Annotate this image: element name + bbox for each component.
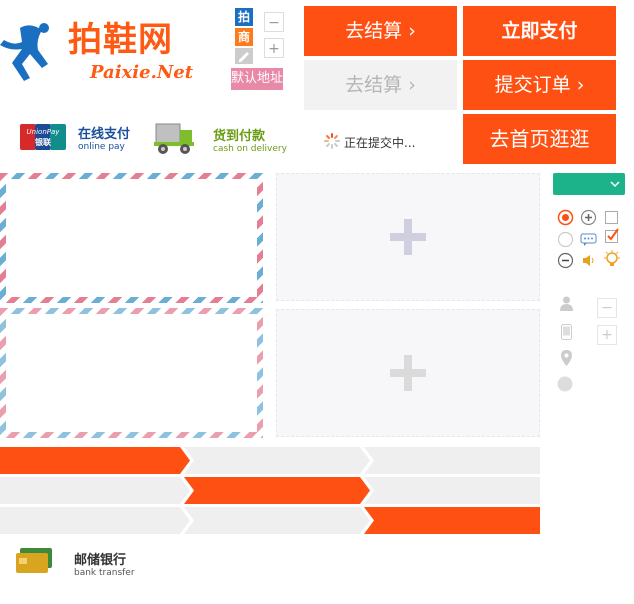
default-address-badge[interactable]: 默认地址 bbox=[231, 68, 283, 90]
address-card[interactable] bbox=[0, 173, 263, 303]
mini-plus-button[interactable]: + bbox=[597, 325, 617, 345]
add-address-box[interactable] bbox=[276, 309, 540, 437]
checkbox-unchecked[interactable] bbox=[605, 211, 618, 224]
bank-card-icon bbox=[14, 546, 54, 576]
edit-icon[interactable] bbox=[235, 48, 253, 64]
chevron-down-icon bbox=[610, 181, 620, 188]
dot-icon bbox=[557, 376, 573, 392]
speaker-icon[interactable] bbox=[582, 254, 596, 267]
unionpay-logo: UnionPay 银联 bbox=[20, 124, 66, 150]
runner-icon bbox=[0, 23, 49, 81]
checkout-disabled-button: 去结算 › bbox=[304, 60, 457, 110]
dropdown-select[interactable] bbox=[553, 173, 625, 195]
checkout-button[interactable]: 去结算 › bbox=[304, 6, 457, 56]
plus-button[interactable]: + bbox=[264, 38, 284, 58]
minus-button[interactable]: − bbox=[264, 12, 284, 32]
minus-circle-icon[interactable] bbox=[557, 252, 574, 269]
cod-title: 货到付款 bbox=[213, 129, 266, 144]
radio-checked-icon[interactable] bbox=[557, 209, 574, 226]
plus-icon bbox=[390, 355, 426, 391]
checkbox-checked-icon[interactable] bbox=[605, 228, 620, 243]
chat-icon[interactable] bbox=[580, 233, 597, 247]
online-pay-sub: online pay bbox=[78, 142, 125, 152]
lightbulb-icon[interactable] bbox=[602, 249, 622, 269]
logo-name: 拍鞋网 bbox=[68, 20, 173, 60]
phone-icon bbox=[561, 324, 572, 340]
cod-sub: cash on delivery bbox=[213, 144, 287, 154]
bank-sub: bank transfer bbox=[74, 568, 135, 578]
user-icon bbox=[560, 296, 573, 311]
loading-spinner-icon bbox=[324, 133, 340, 149]
truck-icon bbox=[154, 120, 194, 156]
tag-pai: 拍 bbox=[235, 8, 253, 26]
online-pay-title: 在线支付 bbox=[78, 127, 131, 142]
plus-icon bbox=[390, 219, 426, 255]
mini-minus-button[interactable]: − bbox=[597, 298, 617, 318]
pay-now-button[interactable]: 立即支付 bbox=[463, 6, 616, 56]
svg-text:UnionPay: UnionPay bbox=[27, 128, 61, 136]
logo[interactable]: 拍鞋网 Paixie.Net bbox=[0, 10, 200, 90]
add-circle-icon[interactable] bbox=[580, 209, 597, 226]
add-address-box[interactable] bbox=[276, 173, 540, 301]
bank-title: 邮储银行 bbox=[74, 553, 127, 568]
progress-step-row bbox=[0, 447, 540, 474]
radio-unchecked-icon[interactable] bbox=[557, 231, 574, 248]
progress-step-row bbox=[0, 507, 540, 534]
address-card[interactable] bbox=[0, 308, 263, 438]
go-home-button[interactable]: 去首页逛逛 bbox=[463, 114, 616, 164]
progress-step-row bbox=[0, 477, 540, 504]
location-pin-icon bbox=[561, 350, 572, 366]
submitting-text: 正在提交中... bbox=[344, 136, 416, 150]
svg-text:银联: 银联 bbox=[34, 137, 51, 147]
tag-shang: 商 bbox=[235, 28, 253, 46]
logo-sub: Paixie.Net bbox=[90, 62, 194, 83]
submit-order-button[interactable]: 提交订单 › bbox=[463, 60, 616, 110]
